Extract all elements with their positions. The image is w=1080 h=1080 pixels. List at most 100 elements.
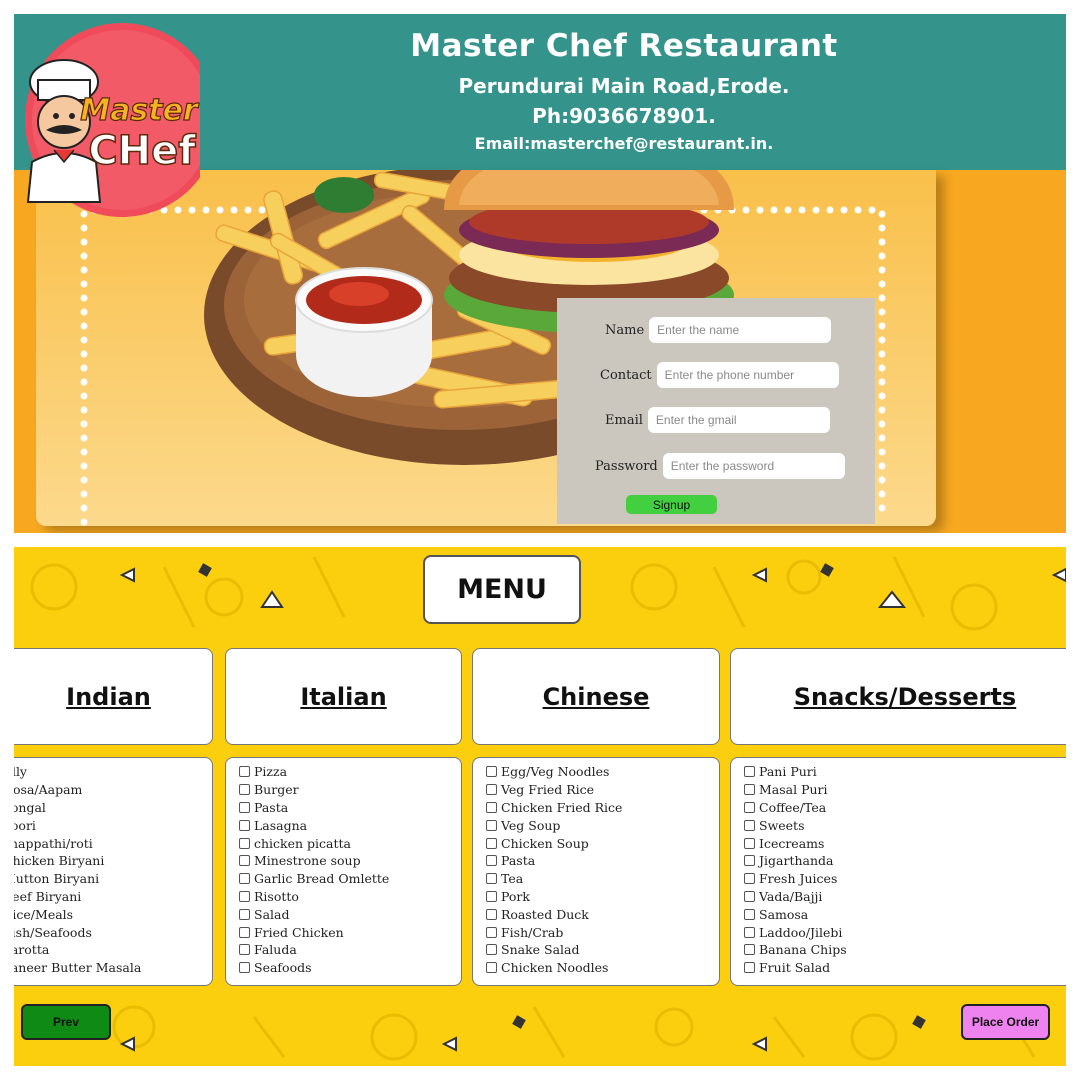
menu-item[interactable]: Pork — [486, 888, 719, 906]
menu-item-checkbox[interactable] — [744, 873, 755, 885]
menu-item[interactable]: Sweets — [744, 816, 1066, 834]
menu-item-checkbox[interactable] — [486, 801, 497, 813]
menu-item-checkbox[interactable] — [486, 855, 497, 867]
name-input[interactable] — [649, 317, 832, 343]
menu-item[interactable]: Rice/Meals — [14, 905, 212, 923]
menu-item[interactable]: Minestrone soup — [239, 852, 461, 870]
menu-item[interactable]: Idly — [14, 763, 212, 781]
menu-item[interactable]: Fresh Juices — [744, 870, 1066, 888]
menu-item-checkbox[interactable] — [239, 784, 250, 796]
menu-item[interactable]: chicken picatta — [239, 834, 461, 852]
menu-item-checkbox[interactable] — [486, 873, 497, 885]
menu-item-checkbox[interactable] — [486, 766, 497, 778]
hero-section: Name Contact Email Password Signup — [14, 170, 1066, 533]
signup-button[interactable]: Signup — [626, 495, 717, 514]
menu-item[interactable]: Chicken Biryani — [14, 852, 212, 870]
email-row: Email — [605, 407, 830, 433]
menu-item[interactable]: Fruit Salad — [744, 959, 1066, 977]
password-input[interactable] — [662, 453, 845, 479]
menu-item[interactable]: Veg Fried Rice — [486, 781, 719, 799]
menu-item[interactable]: Chicken Noodles — [486, 959, 719, 977]
menu-item[interactable]: Pizza — [239, 763, 461, 781]
menu-item-checkbox[interactable] — [486, 784, 497, 796]
menu-item-checkbox[interactable] — [486, 944, 497, 956]
menu-item-label: Snake Salad — [501, 942, 580, 958]
contact-input[interactable] — [656, 362, 839, 388]
menu-item[interactable]: Salad — [239, 905, 461, 923]
menu-item-checkbox[interactable] — [744, 944, 755, 956]
chinese-item-list: Egg/Veg Noodles Veg Fried Rice Chicken Fri… — [472, 757, 720, 986]
menu-item[interactable]: chappathi/roti — [14, 834, 212, 852]
menu-item[interactable]: Seafoods — [239, 959, 461, 977]
menu-item[interactable]: Veg Soup — [486, 816, 719, 834]
menu-item-checkbox[interactable] — [744, 908, 755, 920]
menu-item-label: Samosa — [759, 906, 809, 922]
menu-item-checkbox[interactable] — [486, 819, 497, 831]
menu-item[interactable]: Egg/Veg Noodles — [486, 763, 719, 781]
menu-item[interactable]: Lasagna — [239, 816, 461, 834]
menu-item[interactable]: Pongal — [14, 799, 212, 817]
menu-item-checkbox[interactable] — [744, 819, 755, 831]
menu-item-checkbox[interactable] — [239, 926, 250, 938]
menu-item-label: Vada/Bajji — [759, 888, 823, 904]
menu-item[interactable]: Faluda — [239, 941, 461, 959]
menu-item[interactable]: Icecreams — [744, 834, 1066, 852]
menu-item-checkbox[interactable] — [239, 766, 250, 778]
menu-item[interactable]: Laddoo/Jilebi — [744, 923, 1066, 941]
menu-item[interactable]: Parotta — [14, 941, 212, 959]
menu-item-checkbox[interactable] — [744, 784, 755, 796]
menu-item-checkbox[interactable] — [239, 873, 250, 885]
menu-item-label: Jigarthanda — [759, 853, 834, 869]
menu-item-checkbox[interactable] — [744, 855, 755, 867]
menu-item[interactable]: Snake Salad — [486, 941, 719, 959]
menu-item-checkbox[interactable] — [486, 908, 497, 920]
menu-item[interactable]: Tea — [486, 870, 719, 888]
menu-item[interactable]: Fried Chicken — [239, 923, 461, 941]
menu-item[interactable]: Risotto — [239, 888, 461, 906]
menu-item-checkbox[interactable] — [486, 890, 497, 902]
menu-item-checkbox[interactable] — [744, 766, 755, 778]
menu-item[interactable]: Chicken Fried Rice — [486, 799, 719, 817]
menu-item[interactable]: Fish/Crab — [486, 923, 719, 941]
menu-item-checkbox[interactable] — [239, 855, 250, 867]
menu-item-checkbox[interactable] — [239, 819, 250, 831]
menu-item[interactable]: Poori — [14, 816, 212, 834]
menu-item-checkbox[interactable] — [239, 908, 250, 920]
menu-item[interactable]: Samosa — [744, 905, 1066, 923]
menu-item-checkbox[interactable] — [486, 962, 497, 974]
menu-item-checkbox[interactable] — [486, 926, 497, 938]
menu-item[interactable]: Fish/Seafoods — [14, 923, 212, 941]
menu-item-checkbox[interactable] — [239, 962, 250, 974]
menu-item[interactable]: Dosa/Aapam — [14, 781, 212, 799]
menu-item[interactable]: Burger — [239, 781, 461, 799]
prev-button[interactable]: Prev — [21, 1004, 111, 1040]
menu-item-checkbox[interactable] — [239, 801, 250, 813]
menu-item[interactable]: Beef Biryani — [14, 888, 212, 906]
menu-item-checkbox[interactable] — [744, 837, 755, 849]
menu-item-checkbox[interactable] — [486, 837, 497, 849]
menu-item[interactable]: Vada/Bajji — [744, 888, 1066, 906]
menu-item[interactable]: Garlic Bread Omlette — [239, 870, 461, 888]
menu-item[interactable]: Banana Chips — [744, 941, 1066, 959]
menu-item[interactable]: Pasta — [239, 799, 461, 817]
menu-item-checkbox[interactable] — [744, 890, 755, 902]
menu-item[interactable]: Mutton Biryani — [14, 870, 212, 888]
menu-item-checkbox[interactable] — [239, 837, 250, 849]
menu-item-checkbox[interactable] — [239, 890, 250, 902]
place-order-button[interactable]: Place Order — [961, 1004, 1050, 1040]
menu-item[interactable]: Paneer Butter Masala — [14, 959, 212, 977]
menu-item[interactable]: Masal Puri — [744, 781, 1066, 799]
menu-item-checkbox[interactable] — [744, 962, 755, 974]
menu-item[interactable]: Chicken Soup — [486, 834, 719, 852]
menu-item[interactable]: Coffee/Tea — [744, 799, 1066, 817]
menu-item[interactable]: Roasted Duck — [486, 905, 719, 923]
menu-item-label: Faluda — [254, 942, 297, 958]
menu-item-checkbox[interactable] — [744, 801, 755, 813]
menu-item-checkbox[interactable] — [744, 926, 755, 938]
email-input[interactable] — [647, 407, 830, 433]
contact-row: Contact — [600, 362, 839, 388]
menu-item-checkbox[interactable] — [239, 944, 250, 956]
menu-item[interactable]: Pasta — [486, 852, 719, 870]
menu-item[interactable]: Jigarthanda — [744, 852, 1066, 870]
menu-item[interactable]: Pani Puri — [744, 763, 1066, 781]
